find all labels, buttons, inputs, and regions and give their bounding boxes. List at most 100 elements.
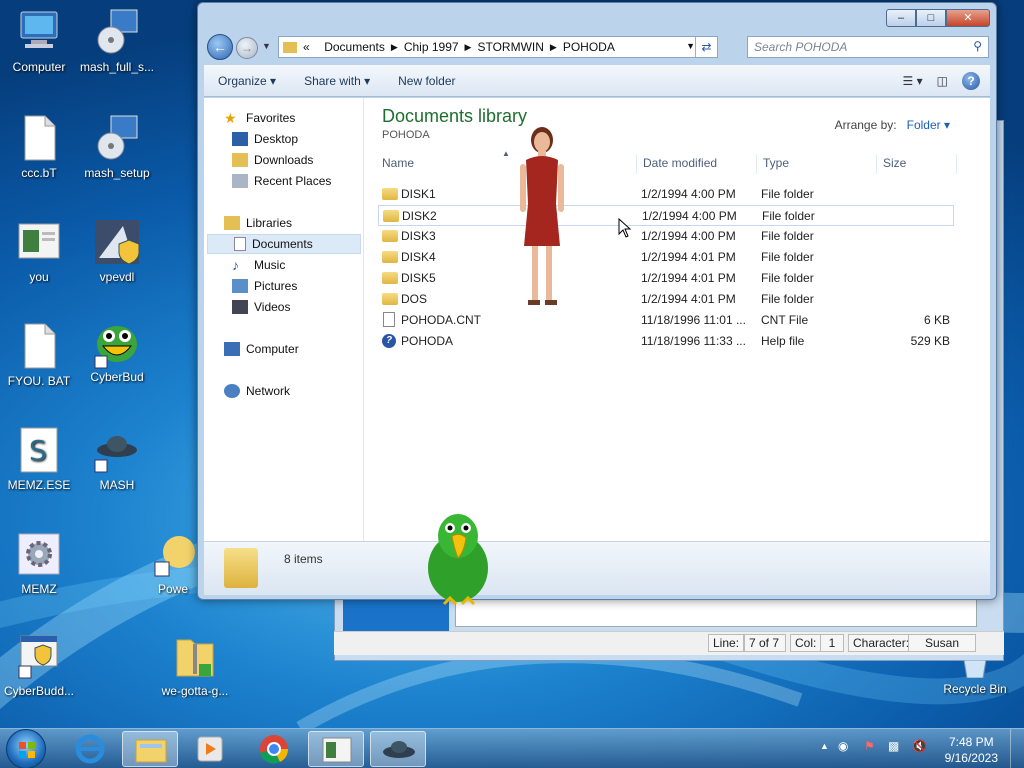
start-button[interactable]	[6, 729, 46, 768]
status-line-value: 7 of 7	[744, 634, 786, 652]
taskbar-internet-explorer[interactable]	[62, 731, 118, 767]
svg-text:S: S	[29, 434, 47, 467]
taskbar-notepad-window[interactable]	[308, 731, 364, 767]
close-button[interactable]: ✕	[946, 9, 990, 27]
history-dropdown-icon[interactable]: ▼	[262, 41, 271, 51]
background-window-statusbar: Line: 7 of 7 Col: 1 Character: Susan	[334, 631, 1004, 655]
table-row[interactable]: POHODA.CNT 11/18/1996 11:01 ... CNT File 6 …	[378, 310, 954, 331]
windows-logo-icon	[19, 742, 35, 758]
arrange-by-dropdown[interactable]: Folder ▾	[907, 118, 950, 132]
column-header-size[interactable]: Size	[883, 156, 906, 170]
table-row[interactable]: DISK3 1/2/1994 4:00 PM File folder	[378, 226, 954, 247]
sort-arrow-icon: ▲	[502, 149, 510, 158]
videos-icon	[232, 300, 248, 314]
nav-libraries[interactable]: Libraries	[224, 216, 292, 230]
nav-recent-places[interactable]: Recent Places	[232, 174, 331, 188]
status-line-label: Line:	[708, 634, 745, 652]
breadcrumb-chevron-icon[interactable]: ▶	[465, 42, 472, 53]
column-header-name[interactable]: Name	[382, 156, 414, 170]
nav-computer[interactable]: Computer	[224, 342, 299, 356]
desktop-icon-vpevdl[interactable]: vpevdl	[72, 218, 162, 284]
action-center-flag-icon[interactable]: ⚑	[864, 739, 875, 753]
desktop-icon-mash[interactable]: MASH	[72, 426, 162, 492]
share-with-button[interactable]: Share with ▾	[290, 74, 384, 88]
desktop-icon-cyberbudd[interactable]: CyberBudd...	[0, 632, 84, 698]
search-icon[interactable]: ⚲	[973, 39, 982, 53]
taskbar-mash[interactable]	[370, 731, 426, 767]
recycle-bin-icon[interactable]	[960, 660, 990, 678]
help-file-icon: ?	[382, 334, 396, 348]
address-dropdown-icon[interactable]: ▼	[686, 41, 695, 51]
taskbar-media-player[interactable]	[182, 731, 238, 767]
volume-muted-icon[interactable]: 🔇	[912, 739, 927, 753]
refresh-icon[interactable]: ⇄	[695, 37, 717, 57]
status-char-label: Character:	[848, 634, 915, 652]
breadcrumb-chip-1997[interactable]: Chip 1997	[404, 40, 459, 54]
computer-icon	[224, 342, 240, 356]
search-input[interactable]: Search POHODA ⚲	[747, 36, 989, 58]
internet-explorer-icon	[75, 734, 105, 764]
breadcrumb-chevron-icon[interactable]: ▶	[550, 42, 557, 53]
shield-app-icon	[93, 218, 141, 266]
column-header-type[interactable]: Type	[763, 156, 789, 170]
show-desktop-button[interactable]	[1010, 729, 1024, 768]
table-row[interactable]: DISK5 1/2/1994 4:01 PM File folder	[378, 268, 954, 289]
nav-pictures[interactable]: Pictures	[232, 279, 297, 293]
folder-icon	[382, 272, 398, 284]
table-row[interactable]: DISK4 1/2/1994 4:01 PM File folder	[378, 247, 954, 268]
desktop-icon-memz[interactable]: MEMZ	[0, 530, 84, 596]
breadcrumb-overflow[interactable]: «	[303, 40, 310, 54]
nav-desktop[interactable]: Desktop	[232, 132, 298, 146]
ufo-icon	[383, 741, 415, 758]
back-arrow-icon[interactable]: ←	[207, 34, 233, 60]
clock[interactable]: 7:48 PM 9/16/2023	[945, 734, 998, 766]
taskbar-file-explorer[interactable]	[122, 731, 178, 767]
desktop-icon-mash-setup[interactable]: mash_setup	[72, 114, 162, 180]
organize-button[interactable]: Organize ▾	[204, 74, 290, 88]
breadcrumb-chevron-icon[interactable]: ▶	[391, 42, 398, 53]
breadcrumb-documents[interactable]: Documents	[324, 40, 385, 54]
document-icon	[15, 114, 63, 162]
document-icon	[15, 322, 63, 370]
background-window-field[interactable]	[455, 599, 977, 627]
address-bar[interactable]: « Documents ▶ Chip 1997 ▶ STORMWIN ▶ POH…	[278, 36, 718, 58]
help-icon[interactable]: ?	[962, 72, 980, 90]
folder-icon	[382, 230, 398, 242]
desktop-icon-mash-full[interactable]: mash_full_s...	[72, 8, 162, 74]
downloads-folder-icon	[232, 153, 248, 167]
library-title: Documents library	[382, 106, 528, 126]
column-header-date[interactable]: Date modified	[643, 156, 717, 170]
table-row[interactable]: ? POHODA 11/18/1996 11:33 ... Help file 529 …	[378, 331, 954, 352]
nav-downloads[interactable]: Downloads	[232, 153, 313, 167]
view-options-icon[interactable]: ☰ ▾	[903, 74, 923, 88]
show-hidden-icons-icon[interactable]: ▲	[820, 741, 829, 751]
disc-icon	[149, 530, 197, 578]
nav-network[interactable]: Network	[224, 384, 290, 398]
explorer-window[interactable]: – □ ✕ ← → ▼ « Documents ▶ Chip 1997 ▶ ST…	[197, 2, 997, 600]
breadcrumb-pohoda[interactable]: POHODA	[563, 40, 615, 54]
maximize-button[interactable]: □	[916, 9, 946, 27]
nav-favorites[interactable]: ★ Favorites	[224, 111, 295, 125]
desktop-icon-we-gotta[interactable]: we-gotta-g...	[150, 632, 240, 698]
desktop-assistant-woman-icon[interactable]	[512, 124, 572, 308]
breadcrumb-stormwin[interactable]: STORMWIN	[477, 40, 543, 54]
libraries-icon	[224, 216, 240, 230]
nav-videos[interactable]: Videos	[232, 300, 290, 314]
minimize-button[interactable]: –	[886, 9, 916, 27]
forward-arrow-icon[interactable]: →	[236, 37, 258, 59]
preview-pane-icon[interactable]: ◫	[937, 74, 948, 88]
table-row[interactable]: DISK1 1/2/1994 4:00 PM File folder	[378, 184, 954, 205]
mouse-cursor-icon	[618, 218, 632, 238]
details-pane: 8 items	[204, 541, 990, 595]
desktop-icon-cyberbud[interactable]: CyberBud	[72, 318, 162, 384]
table-row[interactable]: DOS 1/2/1994 4:01 PM File folder	[378, 289, 954, 310]
table-row[interactable]: DISK2 1/2/1994 4:00 PM File folder	[378, 205, 954, 226]
nav-documents[interactable]: Documents	[207, 234, 361, 254]
eye-tray-icon[interactable]: ◉	[838, 739, 848, 753]
nav-music[interactable]: ♪ Music	[232, 258, 285, 272]
new-folder-button[interactable]: New folder	[384, 74, 469, 88]
network-tray-icon[interactable]: ▩	[888, 739, 899, 753]
folder-icon	[135, 739, 167, 763]
taskbar-chrome[interactable]	[246, 731, 302, 767]
bonzi-parrot-icon[interactable]	[422, 510, 494, 612]
